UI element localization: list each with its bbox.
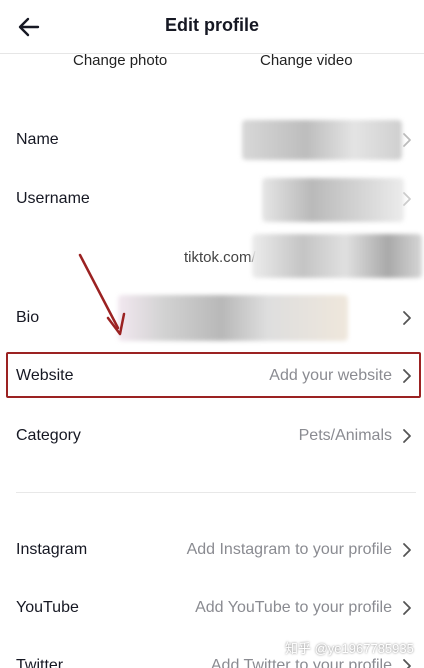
name-label: Name — [16, 131, 59, 148]
chevron-right-icon — [403, 369, 411, 383]
media-links: Change photo Change video — [0, 52, 424, 74]
redacted-url — [252, 234, 422, 278]
username-row[interactable]: Username — [0, 174, 424, 224]
redacted-name — [242, 120, 402, 160]
page-title: Edit profile — [165, 15, 259, 35]
twitter-label: Twitter — [16, 657, 64, 668]
instagram-label: Instagram — [16, 541, 88, 558]
chevron-right-icon — [403, 601, 411, 615]
category-value: Pets/Animals — [298, 427, 392, 444]
chevron-right-icon — [403, 429, 411, 443]
category-row[interactable]: Category Pets/Animals — [0, 411, 424, 461]
chevron-right-icon — [403, 543, 411, 557]
change-video-link[interactable]: Change video — [260, 52, 353, 69]
youtube-row[interactable]: YouTube Add YouTube to your profile — [0, 583, 424, 633]
redacted-bio — [118, 295, 348, 341]
chevron-right-icon — [403, 659, 411, 668]
redacted-username — [262, 178, 404, 222]
top-bar: Edit profile — [0, 0, 424, 54]
chevron-right-icon — [403, 192, 411, 206]
category-label: Category — [16, 427, 81, 444]
watermark: 知乎 @ye1967785935 — [285, 641, 414, 656]
section-divider — [16, 492, 416, 493]
website-value: Add your website — [269, 367, 392, 384]
username-label: Username — [16, 190, 90, 207]
instagram-value: Add Instagram to your profile — [186, 541, 392, 558]
twitter-value: Add Twitter to your profile — [210, 657, 392, 668]
chevron-right-icon — [403, 133, 411, 147]
youtube-value: Add YouTube to your profile — [195, 599, 392, 616]
youtube-label: YouTube — [16, 599, 79, 616]
bio-label: Bio — [16, 309, 40, 326]
change-photo-link[interactable]: Change photo — [73, 52, 167, 69]
name-row[interactable]: Name — [0, 115, 424, 165]
website-label: Website — [16, 367, 74, 384]
website-row[interactable]: Website Add your website — [0, 352, 424, 400]
instagram-row[interactable]: Instagram Add Instagram to your profile — [0, 525, 424, 575]
bio-row[interactable]: Bio — [0, 293, 424, 343]
chevron-right-icon — [403, 311, 411, 325]
